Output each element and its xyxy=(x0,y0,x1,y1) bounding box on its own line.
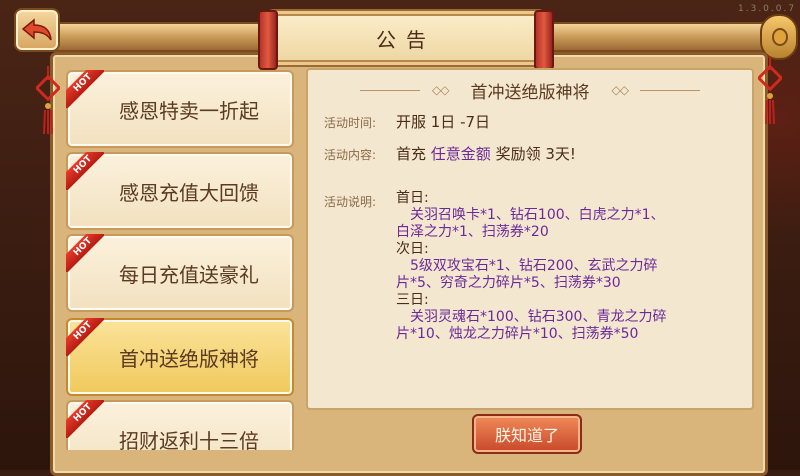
time-label: 活动时间: xyxy=(324,116,377,130)
event-title: 首冲送绝版神将 xyxy=(470,82,590,103)
divider xyxy=(639,89,700,91)
event-label: 招财返利十三倍 xyxy=(119,428,259,451)
day-reward: 关羽召唤卡*1、钻石100、白虎之力*1、 xyxy=(410,207,665,223)
day-reward: 片*5、穷奇之力碎片*5、扫荡券*30 xyxy=(396,275,621,291)
hot-badge: HOT xyxy=(66,70,104,108)
day-reward: 白泽之力*1、扫荡券*20 xyxy=(396,224,549,240)
event-label: 感恩充值大回馈 xyxy=(119,180,259,205)
time-value: 开服 1日 -7日 xyxy=(396,113,491,131)
chinese-knot-icon xyxy=(758,56,782,125)
event-detail-panel: ◇◇ 首冲送绝版神将 ◇◇ 活动时间: 开服 1日 -7日 活动内容: 首充 任… xyxy=(306,68,754,410)
content-value: 首充 任意金额 奖励领 3天! xyxy=(396,143,576,164)
event-item-selected[interactable]: HOT 首冲送绝版神将 xyxy=(66,318,294,396)
back-button[interactable] xyxy=(14,8,60,52)
content-label: 活动内容: xyxy=(324,148,377,162)
event-item[interactable]: HOT 感恩充值大回馈 xyxy=(66,152,294,230)
hot-badge: HOT xyxy=(66,400,104,438)
event-item[interactable]: HOT 感恩特卖一折起 xyxy=(66,70,294,148)
event-label: 感恩特卖一折起 xyxy=(119,98,259,123)
day-reward: 5级双攻宝石*1、钻石200、玄武之力碎 xyxy=(410,258,658,274)
page-title: 公告 xyxy=(376,27,436,52)
event-heading: ◇◇ 首冲送绝版神将 ◇◇ xyxy=(308,76,752,104)
day-reward: 关羽灵魂石*100、钻石300、青龙之力碎 xyxy=(410,309,667,325)
content-highlight: 任意金额 xyxy=(430,145,491,163)
event-list[interactable]: HOT 感恩特卖一折起 HOT 感恩充值大回馈 HOT 每日充值送豪礼 HOT … xyxy=(66,68,296,450)
chinese-knot-icon xyxy=(36,66,60,135)
desc-label: 活动说明: xyxy=(324,195,377,209)
ornament-icon: ◇◇ xyxy=(432,83,449,97)
event-item[interactable]: HOT 每日充值送豪礼 xyxy=(66,234,294,312)
hot-badge: HOT xyxy=(66,318,104,356)
hot-badge: HOT xyxy=(66,234,104,272)
event-label: 首冲送绝版神将 xyxy=(119,346,259,371)
version-label: 1.3.0.0.7 xyxy=(738,4,797,14)
day-label: 次日: xyxy=(396,241,429,257)
day-label: 三日: xyxy=(396,292,429,308)
back-arrow-icon xyxy=(21,18,52,41)
content-prefix: 首充 xyxy=(396,145,427,163)
event-item[interactable]: HOT 招财返利十三倍 xyxy=(66,400,294,450)
day-label: 首日: xyxy=(396,190,429,206)
divider xyxy=(360,89,421,91)
event-label: 每日充值送豪礼 xyxy=(119,262,259,287)
confirm-button[interactable]: 朕知道了 xyxy=(472,414,582,454)
content-suffix: 奖励领 3天! xyxy=(495,145,576,163)
title-banner: 公告 xyxy=(258,10,554,70)
hot-badge: HOT xyxy=(66,152,104,190)
ornament-icon: ◇◇ xyxy=(611,83,629,97)
day-reward: 片*10、烛龙之力碎片*10、扫荡券*50 xyxy=(396,326,639,342)
reward-description: 首日: 关羽召唤卡*1、钻石100、白虎之力*1、 白泽之力*1、扫荡券*20 … xyxy=(396,190,736,343)
